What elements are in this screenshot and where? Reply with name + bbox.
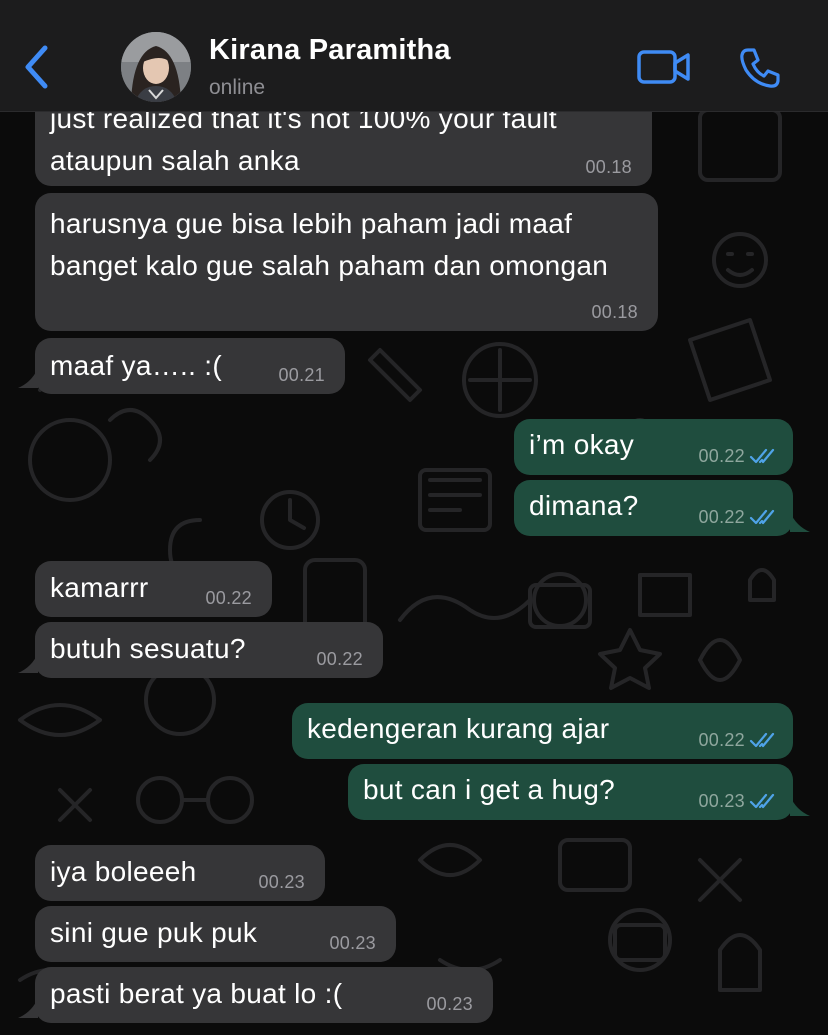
message-text: but can i get a hug? (363, 774, 615, 805)
read-ticks-icon (749, 509, 775, 525)
message-timestamp: 00.23 (426, 994, 473, 1014)
bubble-tail (790, 796, 810, 816)
message-timestamp: 00.22 (698, 730, 745, 750)
contact-name[interactable]: Kirana Paramitha (209, 34, 451, 67)
incoming-message[interactable]: pasti berat ya buat lo :( 00.23 (35, 967, 493, 1023)
incoming-message[interactable]: harusnya gue bisa lebih paham jadi maaf … (35, 193, 658, 331)
bubble-tail (18, 653, 38, 673)
incoming-message[interactable]: iya boleeeh 00.23 (35, 845, 325, 901)
outgoing-message[interactable]: kedengeran kurang ajar 00.22 (292, 703, 793, 759)
message-text: iya boleeeh (50, 856, 197, 887)
message-text: butuh sesuatu? (50, 633, 246, 664)
message-timestamp: 00.22 (205, 588, 252, 608)
read-ticks-icon (749, 793, 775, 809)
contact-status: online (209, 76, 266, 99)
message-text: kamarrr (50, 572, 149, 603)
chevron-left-icon (25, 45, 48, 89)
bubble-tail (18, 368, 38, 388)
message-text: pasti berat ya buat lo :( (50, 978, 343, 1009)
incoming-message[interactable]: kamarrr 00.22 (35, 561, 272, 617)
bubble-tail (18, 998, 38, 1018)
outgoing-message[interactable]: but can i get a hug? 00.23 (348, 764, 793, 820)
read-ticks-icon (749, 732, 775, 748)
phone-icon (740, 48, 780, 88)
message-timestamp: 00.18 (591, 302, 638, 322)
avatar[interactable] (121, 32, 191, 102)
read-ticks-icon (749, 448, 775, 464)
message-list: just realized that it's not 100% your fa… (0, 0, 828, 1035)
message-text: i’m okay (529, 429, 635, 460)
bubble-tail (790, 512, 810, 532)
outgoing-message[interactable]: i’m okay 00.22 (514, 419, 793, 475)
video-camera-icon (637, 50, 690, 84)
message-text: kedengeran kurang ajar (307, 713, 610, 744)
contact-photo (121, 32, 191, 102)
incoming-message[interactable]: sini gue puk puk 00.23 (35, 906, 396, 962)
message-timestamp: 00.22 (316, 649, 363, 669)
message-text: sini gue puk puk (50, 917, 258, 948)
message-timestamp: 00.18 (585, 157, 632, 177)
incoming-message[interactable]: butuh sesuatu? 00.22 (35, 622, 383, 678)
video-call-button[interactable] (636, 48, 692, 86)
message-timestamp: 00.22 (698, 446, 745, 466)
message-text: maaf ya….. :( (50, 350, 222, 381)
message-timestamp: 00.23 (698, 791, 745, 811)
message-timestamp: 00.23 (329, 933, 376, 953)
message-timestamp: 00.22 (698, 507, 745, 527)
message-text: harusnya gue bisa lebih paham jadi maaf … (50, 208, 609, 281)
message-timestamp: 00.21 (278, 365, 325, 385)
outgoing-message[interactable]: dimana? 00.22 (514, 480, 793, 536)
voice-call-button[interactable] (738, 46, 782, 90)
incoming-message[interactable]: maaf ya….. :( 00.21 (35, 338, 345, 394)
chat-header: Kirana Paramitha online (0, 0, 828, 112)
message-text: dimana? (529, 490, 639, 521)
message-timestamp: 00.23 (258, 872, 305, 892)
back-button[interactable] (18, 42, 58, 92)
